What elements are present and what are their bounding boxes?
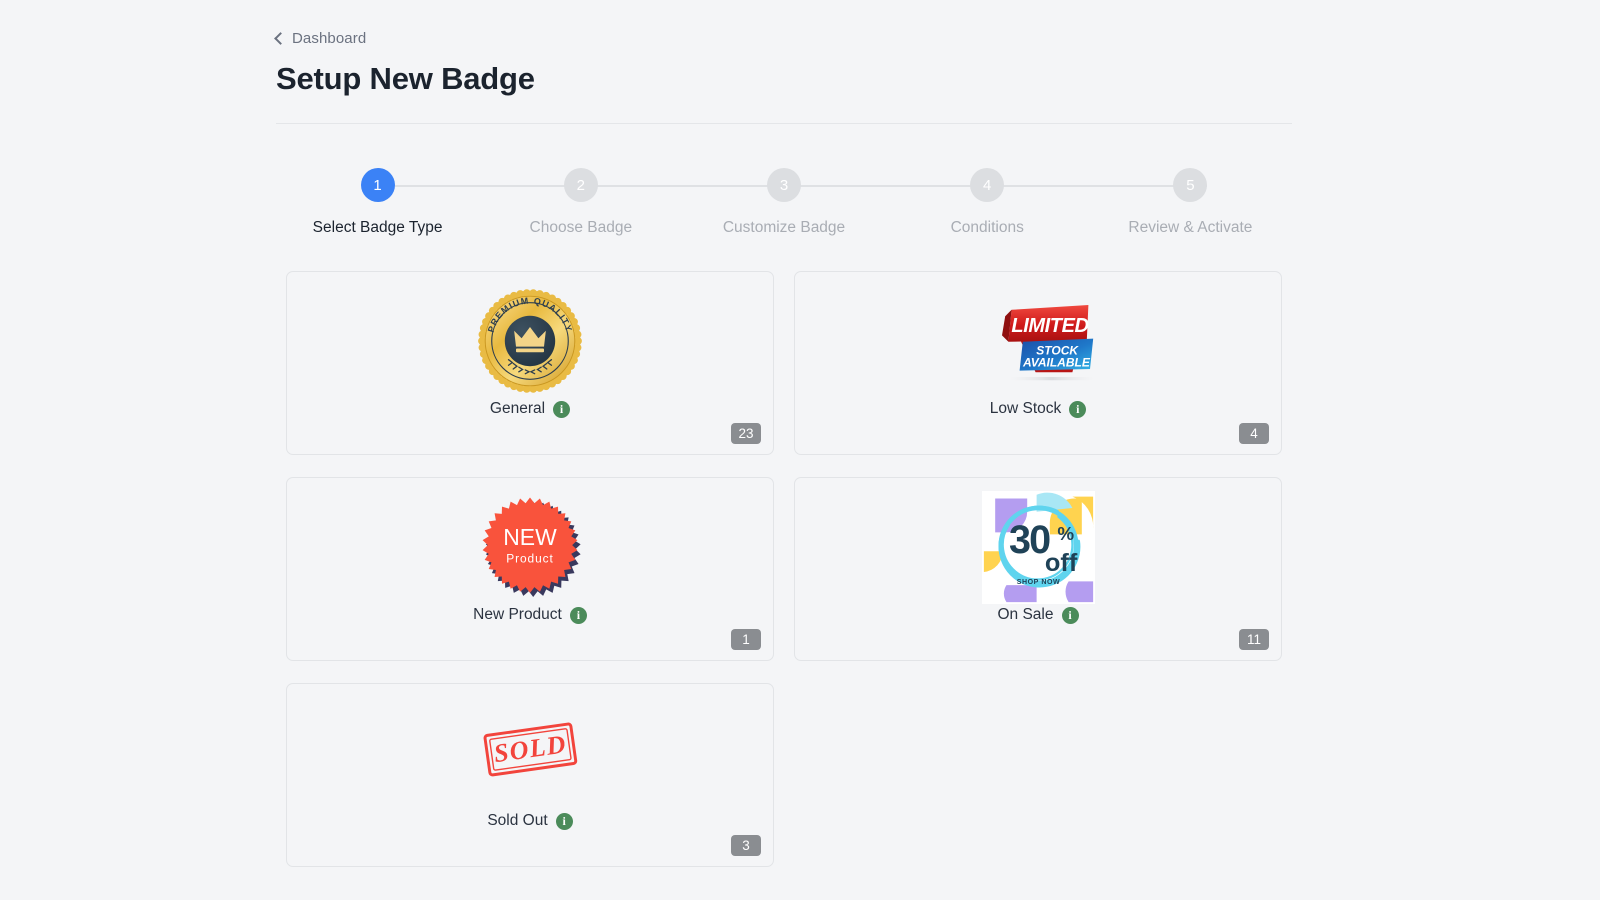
badge-type-label-row: Sold Out i xyxy=(487,812,572,830)
stepper-step-1-label: Select Badge Type xyxy=(313,219,443,237)
badge-type-card-on-sale[interactable]: 30 % off SHOP NOW On Sale i 11 xyxy=(794,477,1282,661)
stepper-steps: 1 Select Badge Type 2 Choose Badge 3 Cus… xyxy=(276,168,1292,237)
info-icon[interactable]: i xyxy=(1069,401,1086,418)
premium-quality-medal-icon: PREMIUM QUALITY xyxy=(287,286,773,396)
svg-text:%: % xyxy=(1057,522,1074,543)
badge-type-label-row: New Product i xyxy=(473,606,587,624)
grid-empty-slot xyxy=(794,683,1282,867)
new-product-starburst-icon: NEW Product xyxy=(287,492,773,602)
svg-text:SHOP NOW: SHOP NOW xyxy=(1016,579,1060,586)
badge-type-count: 11 xyxy=(1239,629,1269,650)
stepper-step-3-label: Customize Badge xyxy=(723,219,845,237)
badge-type-label: Sold Out xyxy=(487,812,547,830)
badge-type-card-general[interactable]: PREMIUM QUALITY xyxy=(286,271,774,455)
info-icon[interactable]: i xyxy=(553,401,570,418)
badge-type-label: New Product xyxy=(473,606,562,624)
stepper-step-4[interactable]: 4 Conditions xyxy=(886,168,1089,237)
info-icon[interactable]: i xyxy=(570,607,587,624)
stepper-step-4-number: 4 xyxy=(970,168,1004,202)
stepper-step-5[interactable]: 5 Review & Activate xyxy=(1089,168,1292,237)
svg-text:SOLD: SOLD xyxy=(492,729,568,768)
stepper-step-2-label: Choose Badge xyxy=(530,219,633,237)
svg-text:NEW: NEW xyxy=(503,524,557,550)
badge-type-grid: PREMIUM QUALITY xyxy=(286,271,1292,867)
setup-new-badge-page: Dashboard Setup New Badge 1 Select Badge… xyxy=(0,0,1600,900)
wizard-stepper: 1 Select Badge Type 2 Choose Badge 3 Cus… xyxy=(276,168,1292,248)
stepper-step-2-number: 2 xyxy=(564,168,598,202)
svg-text:LIMITED: LIMITED xyxy=(1011,315,1088,337)
badge-type-label-row: General i xyxy=(490,400,570,418)
page-title: Setup New Badge xyxy=(276,61,1292,97)
stepper-step-5-number: 5 xyxy=(1173,168,1207,202)
badge-type-label-row: On Sale i xyxy=(997,606,1078,624)
info-icon[interactable]: i xyxy=(556,813,573,830)
badge-type-label: Low Stock xyxy=(990,400,1062,418)
badge-type-count: 4 xyxy=(1239,423,1269,444)
info-icon[interactable]: i xyxy=(1062,607,1079,624)
stepper-step-2[interactable]: 2 Choose Badge xyxy=(479,168,682,237)
badge-type-count: 3 xyxy=(731,835,761,856)
svg-text:30: 30 xyxy=(1008,518,1049,562)
breadcrumb-dashboard[interactable]: Dashboard xyxy=(276,30,366,47)
badge-type-card-low-stock[interactable]: LIMITED STOCK AVAILABLE Low Stock i 4 xyxy=(794,271,1282,455)
breadcrumb-label: Dashboard xyxy=(292,30,366,47)
svg-text:off: off xyxy=(1044,549,1077,577)
discount-30-off-icon: 30 % off SHOP NOW xyxy=(795,492,1281,602)
badge-type-label: General xyxy=(490,400,545,418)
sold-stamp-icon: SOLD xyxy=(287,698,773,808)
stepper-step-4-label: Conditions xyxy=(951,219,1024,237)
svg-text:AVAILABLE: AVAILABLE xyxy=(1022,356,1091,370)
badge-type-label-row: Low Stock i xyxy=(990,400,1087,418)
badge-type-count: 1 xyxy=(731,629,761,650)
limited-stock-ribbon-icon: LIMITED STOCK AVAILABLE xyxy=(795,286,1281,396)
stepper-step-5-label: Review & Activate xyxy=(1128,219,1252,237)
chevron-left-icon xyxy=(274,32,287,45)
svg-text:Product: Product xyxy=(506,552,553,566)
stepper-step-1-number: 1 xyxy=(361,168,395,202)
badge-type-label: On Sale xyxy=(997,606,1053,624)
stepper-step-3-number: 3 xyxy=(767,168,801,202)
stepper-step-3[interactable]: 3 Customize Badge xyxy=(682,168,885,237)
badge-type-card-sold-out[interactable]: SOLD Sold Out i 3 xyxy=(286,683,774,867)
badge-type-card-new-product[interactable]: NEW Product New Product i 1 xyxy=(286,477,774,661)
stepper-step-1[interactable]: 1 Select Badge Type xyxy=(276,168,479,237)
page-header: Dashboard Setup New Badge xyxy=(276,30,1292,124)
header-divider xyxy=(276,123,1292,124)
badge-type-count: 23 xyxy=(731,423,761,444)
